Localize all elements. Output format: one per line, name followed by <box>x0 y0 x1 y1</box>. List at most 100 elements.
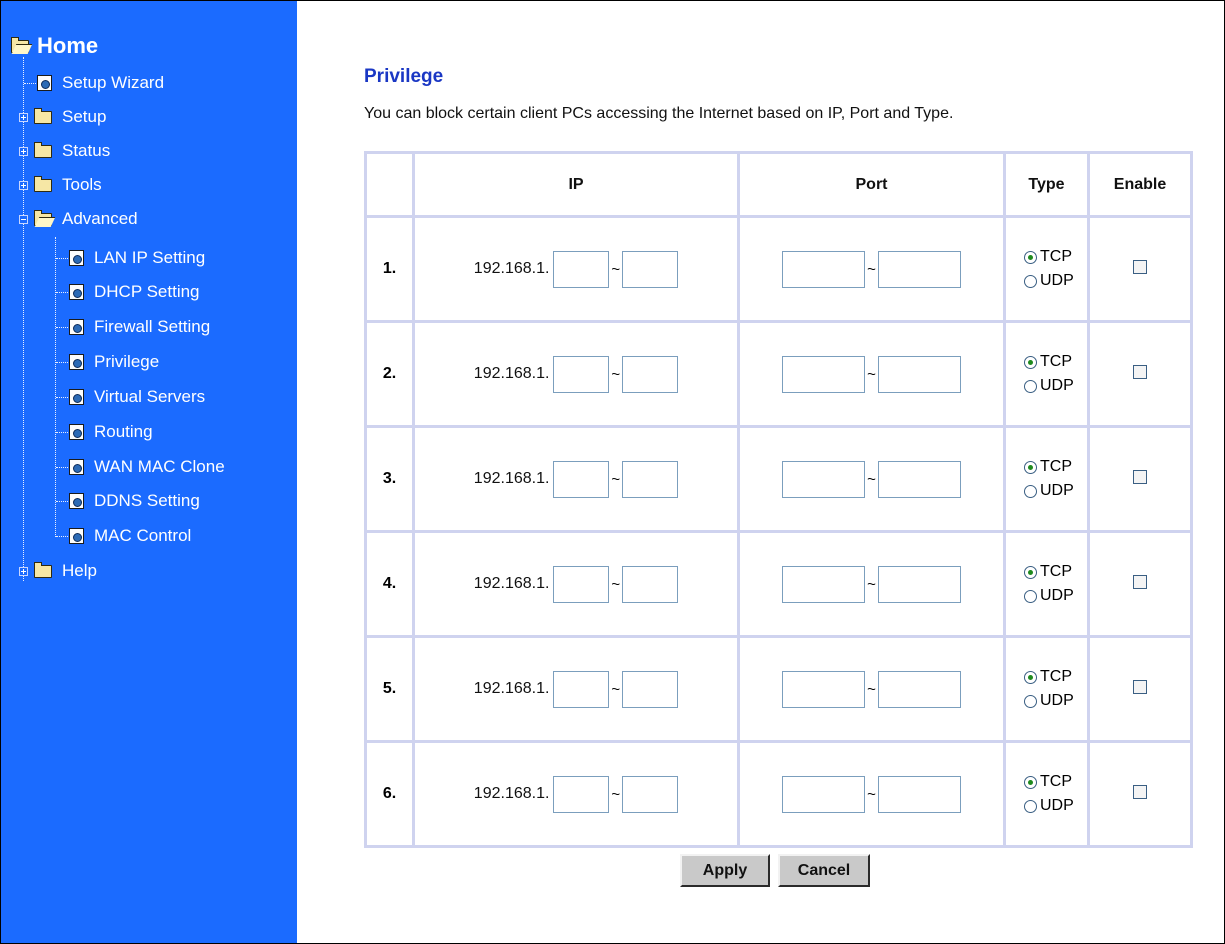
port-to-input[interactable] <box>877 670 961 708</box>
udp-option[interactable]: UDP <box>1024 794 1087 818</box>
sidebar-item-label: Advanced <box>62 209 138 228</box>
tcp-radio[interactable] <box>1024 250 1037 264</box>
tcp-option[interactable]: TCP <box>1024 560 1087 584</box>
ip-from-input[interactable] <box>553 250 610 288</box>
tcp-option[interactable]: TCP <box>1024 455 1087 479</box>
tcp-radio[interactable] <box>1024 670 1037 684</box>
tcp-option[interactable]: TCP <box>1024 350 1087 374</box>
tcp-option[interactable]: TCP <box>1024 770 1087 794</box>
sidebar-item-status[interactable]: Status <box>34 136 110 166</box>
ip-to-input[interactable] <box>622 670 679 708</box>
udp-option[interactable]: UDP <box>1024 374 1087 398</box>
tcp-radio[interactable] <box>1024 565 1037 579</box>
port-from-input[interactable] <box>782 775 866 813</box>
ip-to-input[interactable] <box>622 565 679 603</box>
page-icon <box>69 528 84 544</box>
range-separator: ~ <box>867 260 876 278</box>
sidebar-item-routing[interactable]: Routing <box>69 417 153 447</box>
sidebar-item-tools[interactable]: Tools <box>34 170 102 200</box>
expand-toggle-icon[interactable] <box>19 567 28 576</box>
tcp-option[interactable]: TCP <box>1024 665 1087 689</box>
udp-label: UDP <box>1040 587 1074 604</box>
sidebar-item-label: DHCP Setting <box>94 282 200 301</box>
tcp-option[interactable]: TCP <box>1024 245 1087 269</box>
enable-checkbox[interactable] <box>1133 574 1147 589</box>
udp-radio[interactable] <box>1024 274 1037 288</box>
sidebar-item-label: DDNS Setting <box>94 491 200 510</box>
sidebar-item-label: Routing <box>94 422 153 441</box>
port-range-cell: ~ <box>737 530 1006 638</box>
apply-button[interactable]: Apply <box>680 854 770 887</box>
port-from-input[interactable] <box>782 355 866 393</box>
ip-from-input[interactable] <box>553 670 610 708</box>
udp-radio[interactable] <box>1024 589 1037 603</box>
udp-radio[interactable] <box>1024 799 1037 813</box>
collapse-toggle-icon[interactable] <box>19 215 28 224</box>
ip-range-cell: 192.168.1. ~ <box>412 215 740 323</box>
port-from-input[interactable] <box>782 565 866 603</box>
enable-checkbox[interactable] <box>1133 679 1147 694</box>
row-number: 6. <box>364 740 415 848</box>
sidebar-item-privilege[interactable]: Privilege <box>69 347 159 377</box>
port-from-input[interactable] <box>782 250 866 288</box>
port-to-input[interactable] <box>877 460 961 498</box>
tcp-radio[interactable] <box>1024 775 1037 789</box>
port-to-input[interactable] <box>877 250 961 288</box>
sidebar-item-advanced[interactable]: Advanced <box>34 204 138 234</box>
sidebar-item-setup[interactable]: Setup <box>34 102 106 132</box>
enable-checkbox[interactable] <box>1133 469 1147 484</box>
page-icon <box>37 75 52 91</box>
range-separator: ~ <box>867 470 876 488</box>
port-to-input[interactable] <box>877 565 961 603</box>
sidebar-item-wan-mac-clone[interactable]: WAN MAC Clone <box>69 452 225 482</box>
udp-option[interactable]: UDP <box>1024 584 1087 608</box>
port-from-input[interactable] <box>782 670 866 708</box>
range-separator: ~ <box>611 365 621 383</box>
sidebar-item-lan-ip-setting[interactable]: LAN IP Setting <box>69 243 205 273</box>
sidebar-item-help[interactable]: Help <box>34 556 97 586</box>
ip-to-input[interactable] <box>622 775 679 813</box>
port-to-input[interactable] <box>877 775 961 813</box>
row-number: 5. <box>364 635 415 743</box>
port-from-input[interactable] <box>782 460 866 498</box>
sidebar-item-label: MAC Control <box>94 526 192 545</box>
ip-from-input[interactable] <box>553 775 610 813</box>
udp-radio[interactable] <box>1024 694 1037 708</box>
udp-option[interactable]: UDP <box>1024 269 1087 293</box>
ip-from-input[interactable] <box>553 355 610 393</box>
ip-from-input[interactable] <box>553 460 610 498</box>
tcp-label: TCP <box>1040 563 1072 580</box>
page-icon <box>69 493 84 509</box>
enable-checkbox[interactable] <box>1133 364 1147 379</box>
ip-to-input[interactable] <box>622 460 679 498</box>
sidebar-item-label: Help <box>62 561 97 580</box>
expand-toggle-icon[interactable] <box>19 147 28 156</box>
udp-option[interactable]: UDP <box>1024 689 1087 713</box>
sidebar-item-setup-wizard[interactable]: Setup Wizard <box>37 68 164 98</box>
sidebar-home[interactable]: Home <box>11 33 98 59</box>
ip-to-input[interactable] <box>622 250 679 288</box>
ip-prefix: 192.168.1. <box>473 680 550 697</box>
enable-cell <box>1087 215 1193 323</box>
row-number: 2. <box>364 320 415 428</box>
cancel-button[interactable]: Cancel <box>778 854 870 887</box>
udp-radio[interactable] <box>1024 484 1037 498</box>
tcp-radio[interactable] <box>1024 460 1037 474</box>
sidebar-item-virtual-servers[interactable]: Virtual Servers <box>69 382 205 412</box>
sidebar-item-firewall-setting[interactable]: Firewall Setting <box>69 312 210 342</box>
tcp-radio[interactable] <box>1024 355 1037 369</box>
port-to-input[interactable] <box>877 355 961 393</box>
port-range-cell: ~ <box>737 320 1006 428</box>
ip-from-input[interactable] <box>553 565 610 603</box>
sidebar-item-mac-control[interactable]: MAC Control <box>69 521 191 551</box>
sidebar-item-dhcp-setting[interactable]: DHCP Setting <box>69 277 200 307</box>
sidebar-item-label: Setup <box>62 107 107 126</box>
expand-toggle-icon[interactable] <box>19 113 28 122</box>
enable-checkbox[interactable] <box>1133 259 1147 274</box>
udp-radio[interactable] <box>1024 379 1037 393</box>
ip-to-input[interactable] <box>622 355 679 393</box>
expand-toggle-icon[interactable] <box>19 181 28 190</box>
enable-checkbox[interactable] <box>1133 784 1147 799</box>
sidebar-item-ddns-setting[interactable]: DDNS Setting <box>69 486 200 516</box>
udp-option[interactable]: UDP <box>1024 479 1087 503</box>
